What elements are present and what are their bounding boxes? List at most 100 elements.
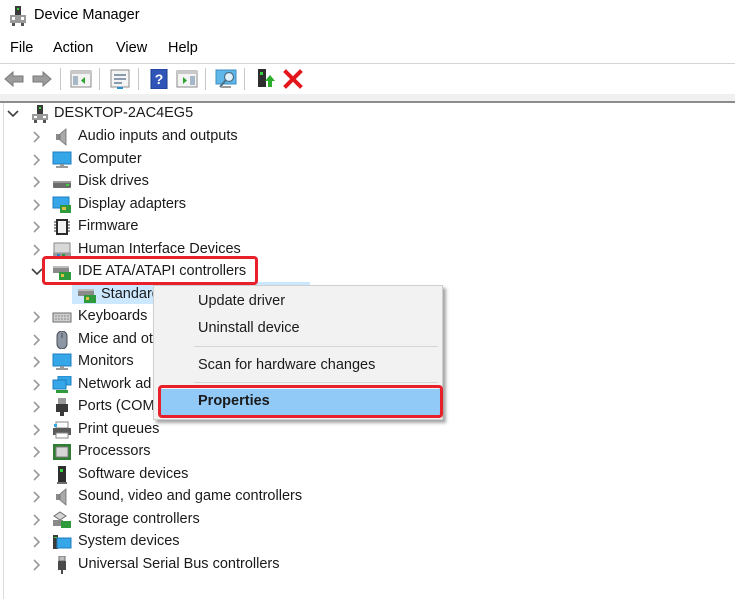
tree-item-label: DESKTOP-2AC4EG5 bbox=[54, 105, 194, 121]
chevron-right-icon[interactable] bbox=[31, 535, 43, 549]
chevron-right-icon[interactable] bbox=[31, 400, 43, 414]
menu-divider bbox=[194, 346, 438, 347]
monitor-icon bbox=[52, 353, 72, 370]
tree-item-label: Print queues bbox=[78, 421, 160, 437]
help-button[interactable]: ? bbox=[148, 69, 170, 89]
tree-item[interactable]: Computer bbox=[0, 149, 735, 171]
tree-item-label: Monitors bbox=[78, 353, 134, 369]
chevron-right-icon[interactable] bbox=[31, 153, 43, 167]
tree-item[interactable]: Processors bbox=[0, 441, 735, 463]
tree-item[interactable]: Print queues bbox=[0, 419, 735, 441]
tree-item-label: IDE ATA/ATAPI controllers bbox=[78, 263, 247, 279]
tree-item[interactable]: Human Interface Devices bbox=[0, 239, 735, 261]
port-icon bbox=[56, 398, 68, 416]
chevron-right-icon[interactable] bbox=[31, 558, 43, 572]
tree-root[interactable]: DESKTOP-2AC4EG5 bbox=[0, 103, 735, 125]
chevron-down-icon[interactable] bbox=[31, 265, 43, 279]
ide-controller-icon bbox=[53, 266, 71, 280]
chevron-right-icon[interactable] bbox=[31, 513, 43, 527]
tree-item[interactable]: Software devices bbox=[0, 464, 735, 486]
tree-item[interactable]: Display adapters bbox=[0, 194, 735, 216]
tree-item-label: Disk drives bbox=[78, 173, 149, 189]
tree-item-label: Ports (COM bbox=[78, 398, 155, 414]
tree-item-label: Universal Serial Bus controllers bbox=[78, 556, 280, 572]
tree-item-label: Audio inputs and outputs bbox=[78, 128, 238, 144]
update-driver-icon bbox=[258, 69, 275, 87]
context-menu: Update driver Uninstall device Scan for … bbox=[153, 285, 443, 420]
tree-item-label: Computer bbox=[78, 151, 142, 167]
menu-item-uninstall-device[interactable]: Uninstall device bbox=[154, 316, 442, 342]
tree-item-label: Human Interface Devices bbox=[78, 241, 241, 257]
menu-bar: File Action View Help bbox=[0, 36, 735, 62]
ide-controller-icon bbox=[78, 289, 96, 303]
chevron-right-icon[interactable] bbox=[31, 355, 43, 369]
toolbar-separator bbox=[99, 68, 100, 90]
scan-hardware-button[interactable] bbox=[215, 69, 237, 89]
storage-controller-icon bbox=[53, 511, 71, 528]
tree-item[interactable]: Audio inputs and outputs bbox=[0, 126, 735, 148]
chevron-down-icon[interactable] bbox=[7, 107, 19, 121]
tree-item[interactable]: Sound, video and game controllers bbox=[0, 486, 735, 508]
back-button[interactable] bbox=[3, 69, 25, 89]
chevron-right-icon[interactable] bbox=[31, 198, 43, 212]
menu-item-label: Scan for hardware changes bbox=[198, 357, 376, 373]
toolbar-separator bbox=[60, 68, 61, 90]
chevron-right-icon[interactable] bbox=[31, 378, 43, 392]
tree-item-label: System devices bbox=[78, 533, 180, 549]
hid-icon bbox=[53, 242, 71, 258]
svg-text:?: ? bbox=[155, 71, 164, 87]
software-device-icon bbox=[57, 466, 67, 484]
menu-file[interactable]: File bbox=[10, 40, 33, 56]
menu-view[interactable]: View bbox=[116, 40, 147, 56]
chevron-right-icon[interactable] bbox=[31, 220, 43, 234]
menu-item-scan-hardware[interactable]: Scan for hardware changes bbox=[154, 353, 442, 379]
show-hide-console-tree-button[interactable] bbox=[70, 69, 92, 89]
menu-item-update-driver[interactable]: Update driver bbox=[154, 289, 442, 315]
tree-item[interactable]: Universal Serial Bus controllers bbox=[0, 554, 735, 576]
forward-button[interactable] bbox=[31, 69, 53, 89]
chevron-right-icon[interactable] bbox=[31, 175, 43, 189]
tree-item-label: Software devices bbox=[78, 466, 189, 482]
chevron-right-icon[interactable] bbox=[31, 468, 43, 482]
tree-item-label: Mice and ot bbox=[78, 331, 153, 347]
chevron-right-icon[interactable] bbox=[31, 333, 43, 347]
printer-icon bbox=[53, 421, 71, 439]
speaker-icon bbox=[56, 488, 67, 506]
tree-item[interactable]: System devices bbox=[0, 531, 735, 553]
title-bar: Device Manager bbox=[0, 0, 735, 34]
menu-action[interactable]: Action bbox=[53, 40, 93, 56]
menu-item-label: Properties bbox=[198, 393, 270, 409]
chevron-right-icon[interactable] bbox=[31, 445, 43, 459]
window-title: Device Manager bbox=[34, 7, 140, 23]
monitor-icon bbox=[52, 151, 72, 168]
chevron-right-icon[interactable] bbox=[31, 310, 43, 324]
action-pane-icon bbox=[176, 70, 198, 88]
device-manager-icon bbox=[10, 6, 26, 26]
computer-tower-icon bbox=[32, 105, 48, 123]
menu-item-properties[interactable]: Properties bbox=[160, 389, 440, 415]
uninstall-device-button[interactable] bbox=[282, 69, 304, 89]
chevron-right-icon[interactable] bbox=[31, 423, 43, 437]
network-icon bbox=[52, 376, 72, 393]
menu-item-label: Update driver bbox=[198, 293, 286, 309]
arrow-right-icon bbox=[32, 70, 52, 88]
tree-item-label: Network ad bbox=[78, 376, 152, 392]
keyboard-icon bbox=[52, 312, 72, 323]
update-driver-button[interactable] bbox=[254, 69, 276, 89]
tree-item-label: Display adapters bbox=[78, 196, 186, 212]
tree-item-label: Firmware bbox=[78, 218, 139, 234]
tree-item[interactable]: Disk drives bbox=[0, 171, 735, 193]
toolbar-separator bbox=[205, 68, 206, 90]
menu-help[interactable]: Help bbox=[168, 40, 198, 56]
tree-item[interactable]: Storage controllers bbox=[0, 509, 735, 531]
processor-icon bbox=[53, 444, 71, 460]
properties-button[interactable] bbox=[109, 69, 131, 89]
chevron-right-icon[interactable] bbox=[31, 130, 43, 144]
show-hide-action-pane-button[interactable] bbox=[176, 69, 198, 89]
menu-item-label: Uninstall device bbox=[198, 320, 300, 336]
chevron-right-icon[interactable] bbox=[31, 243, 43, 257]
tree-item[interactable]: IDE ATA/ATAPI controllers bbox=[0, 261, 735, 283]
scan-monitor-icon bbox=[215, 69, 237, 88]
tree-item[interactable]: Firmware bbox=[0, 216, 735, 238]
chevron-right-icon[interactable] bbox=[31, 490, 43, 504]
